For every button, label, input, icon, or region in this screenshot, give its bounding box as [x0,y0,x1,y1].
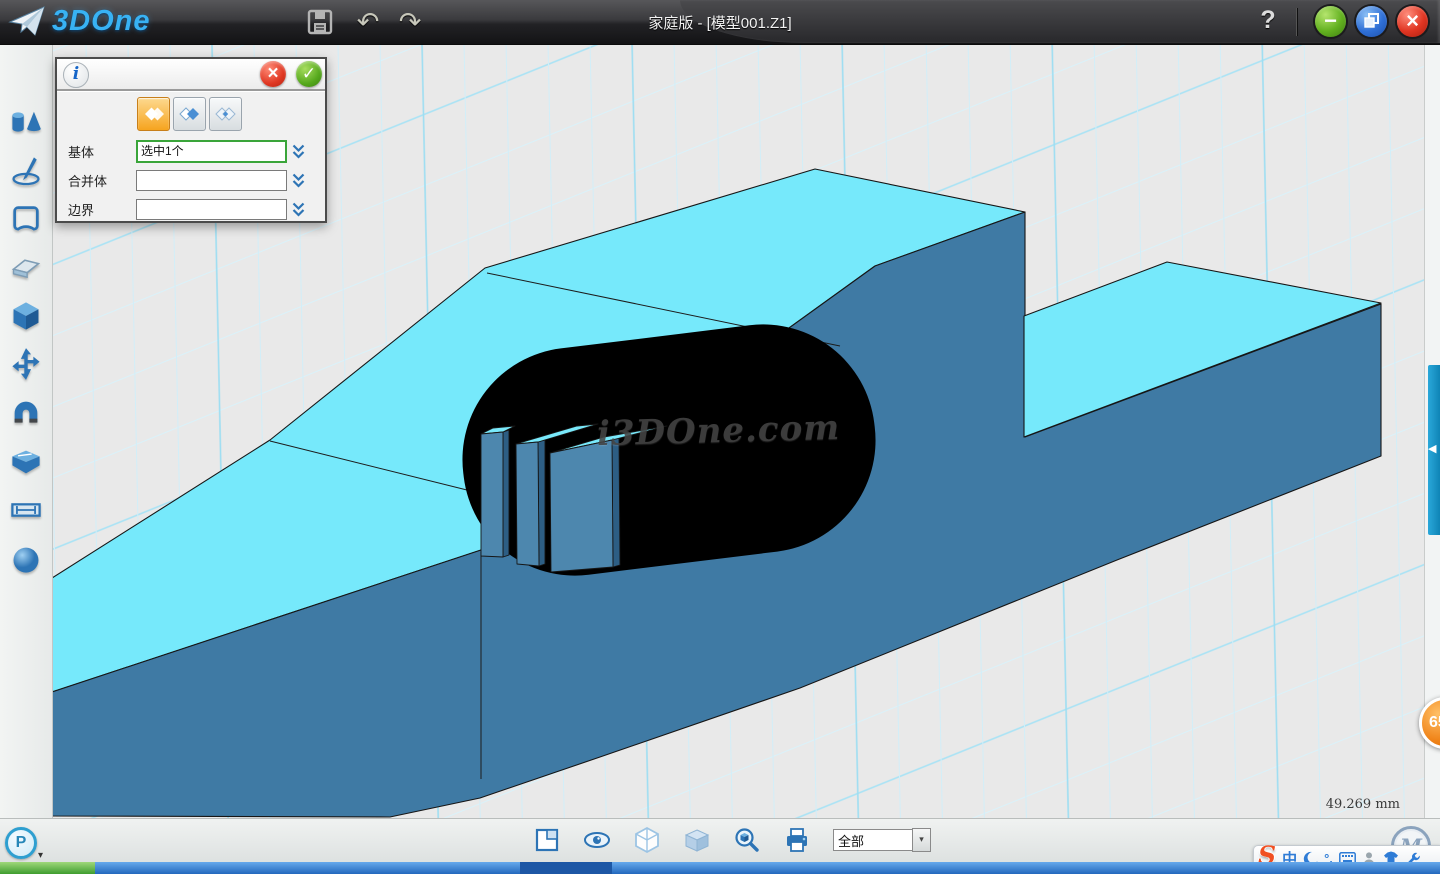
info-icon: i [63,62,89,88]
arrow-left-icon: ◀ [1428,442,1436,455]
field-row-merge: 合并体 [57,166,325,195]
minimize-icon: − [1315,6,1346,35]
edit-solid-icon[interactable] [9,299,43,333]
assembly-magnet-icon[interactable] [9,396,43,430]
zoom-icon[interactable] [733,826,761,854]
chevron-double-down-icon[interactable] [292,144,305,159]
field-label: 基体 [57,142,136,161]
minimize-button[interactable]: − [1315,6,1346,37]
profile-caret-icon[interactable]: ▾ [38,850,43,861]
panel-expand-tab[interactable]: ◀ [1428,365,1440,535]
chevron-double-down-icon[interactable] [292,173,305,188]
diamond-pair-icon [174,98,205,130]
window-title: 家庭版 - [模型001.Z1] [0,12,1440,33]
display-filter-dropdown[interactable]: 全部 ▾ [833,828,931,852]
taskbar-active-window [520,862,612,874]
move-icon[interactable] [9,347,43,381]
surface-icon[interactable] [9,202,43,236]
wireframe-display-icon[interactable] [633,826,661,854]
close-icon: × [1397,6,1428,35]
maximize-icon [1356,6,1387,37]
help-button[interactable]: ? [1248,6,1288,35]
field-row-base: 基体 选中1个 [57,137,325,166]
dimension-icon[interactable] [9,493,43,527]
taskbar-segment-green [0,862,95,874]
field-row-boundary: 边界 [57,195,325,224]
merge-body-input[interactable] [136,170,287,191]
titlebar: 3DOne ↶ ↷ 家庭版 - [模型001.Z1] ? − × [0,0,1440,45]
shaded-display-icon[interactable] [683,826,711,854]
dialog-ok-button[interactable]: ✓ [296,61,322,87]
command-dialog: i × ✓ [55,57,327,223]
dropdown-arrow-icon[interactable]: ▾ [912,828,931,852]
dialog-cancel-button[interactable]: × [260,61,286,87]
field-label: 边界 [57,200,136,219]
sketch-icon[interactable] [9,154,43,188]
erase-icon[interactable] [9,250,43,284]
diamond-dot-icon [210,98,241,130]
visibility-eye-icon[interactable] [583,826,611,854]
profile-badge[interactable]: P [5,827,37,859]
primitive-solids-icon[interactable] [9,105,43,139]
view-toolbar: 全部 ▾ [533,826,931,854]
snap-view-icon[interactable] [533,826,561,854]
taskbar-segment-blue [95,862,1440,874]
boundary-input[interactable] [136,199,287,220]
double-diamond-icon [138,98,169,130]
maximize-button[interactable] [1356,6,1387,37]
tool-sidebar [0,44,53,818]
measurement-readout: 49.269 mm [1280,797,1400,812]
mode-subtract-button[interactable] [209,97,242,131]
close-button[interactable]: × [1397,6,1428,37]
material-sphere-icon[interactable] [9,542,43,576]
print-icon[interactable] [783,826,811,854]
dialog-header: i × ✓ [57,59,325,91]
field-label: 合并体 [57,171,136,190]
titlebar-separator [1296,8,1297,36]
special-effects-icon[interactable] [9,445,43,479]
watermark: i3DOne.com [597,408,841,454]
filter-selected-value: 全部 [833,829,912,851]
application-window: i3DOne.com 49.269 mm ◀ 65 3DOne ↶ ↷ 家庭版 … [0,0,1440,874]
base-body-input[interactable]: 选中1个 [136,140,287,163]
dialog-mode-toolbar [57,91,325,137]
mode-add-button[interactable] [173,97,206,131]
mode-base-button[interactable] [137,97,170,131]
chevron-double-down-icon[interactable] [292,202,305,217]
